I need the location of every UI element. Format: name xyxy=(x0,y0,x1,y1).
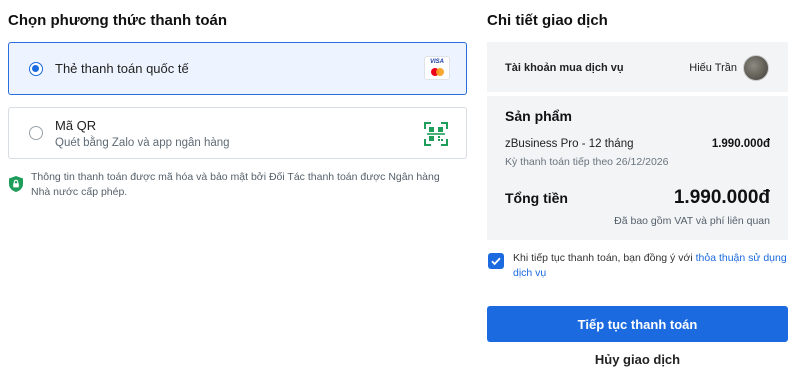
total-value: 1.990.000đ xyxy=(673,187,770,208)
terms-checkbox[interactable] xyxy=(488,253,504,269)
renewal-date: Kỳ thanh toán tiếp theo 26/12/2026 xyxy=(505,156,669,168)
transaction-details-title: Chi tiết giao dịch xyxy=(487,12,608,29)
secure-lock-icon xyxy=(9,176,23,192)
product-name: zBusiness Pro - 12 tháng xyxy=(505,138,634,150)
qr-code-icon xyxy=(424,122,448,146)
payment-method-title: Chọn phương thức thanh toán xyxy=(8,12,228,29)
check-icon xyxy=(491,257,501,266)
account-panel: Tài khoản mua dịch vụ Hiếu Trần xyxy=(487,42,788,92)
payment-option-label: Mã QR xyxy=(55,118,97,133)
account-label: Tài khoản mua dịch vụ xyxy=(505,62,624,74)
cancel-transaction-button[interactable]: Hủy giao dịch xyxy=(487,352,788,367)
avatar xyxy=(743,55,769,81)
order-summary-panel: Sản phẩm zBusiness Pro - 12 tháng 1.990.… xyxy=(487,96,788,240)
payment-option-international-card[interactable]: Thẻ thanh toán quốc tế VISA xyxy=(8,42,467,95)
security-note-text: Thông tin thanh toán được mã hóa và bảo … xyxy=(31,171,440,198)
radio-qr[interactable] xyxy=(29,126,43,140)
credit-card-logos-icon: VISA xyxy=(424,56,450,80)
vat-note: Đã bao gồm VAT và phí liên quan xyxy=(614,215,770,227)
product-price: 1.990.000đ xyxy=(711,138,770,150)
account-name: Hiếu Trần xyxy=(689,62,737,74)
payment-option-label: Thẻ thanh toán quốc tế xyxy=(55,61,189,76)
continue-payment-button[interactable]: Tiếp tục thanh toán xyxy=(487,306,788,342)
terms-agreement-text: Khi tiếp tục thanh toán, bạn đồng ý với xyxy=(513,252,696,264)
visa-logo: VISA xyxy=(429,59,444,65)
total-label: Tổng tiền xyxy=(505,190,568,206)
product-heading: Sản phẩm xyxy=(505,108,572,124)
payment-option-qr[interactable]: Mã QR Quét bằng Zalo và app ngân hàng xyxy=(8,107,467,159)
radio-international-card[interactable] xyxy=(29,62,43,76)
terms-agreement: Khi tiếp tục thanh toán, bạn đồng ý với … xyxy=(513,251,788,281)
payment-option-sublabel: Quét bằng Zalo và app ngân hàng xyxy=(55,137,230,149)
mastercard-right-circle xyxy=(436,68,444,76)
